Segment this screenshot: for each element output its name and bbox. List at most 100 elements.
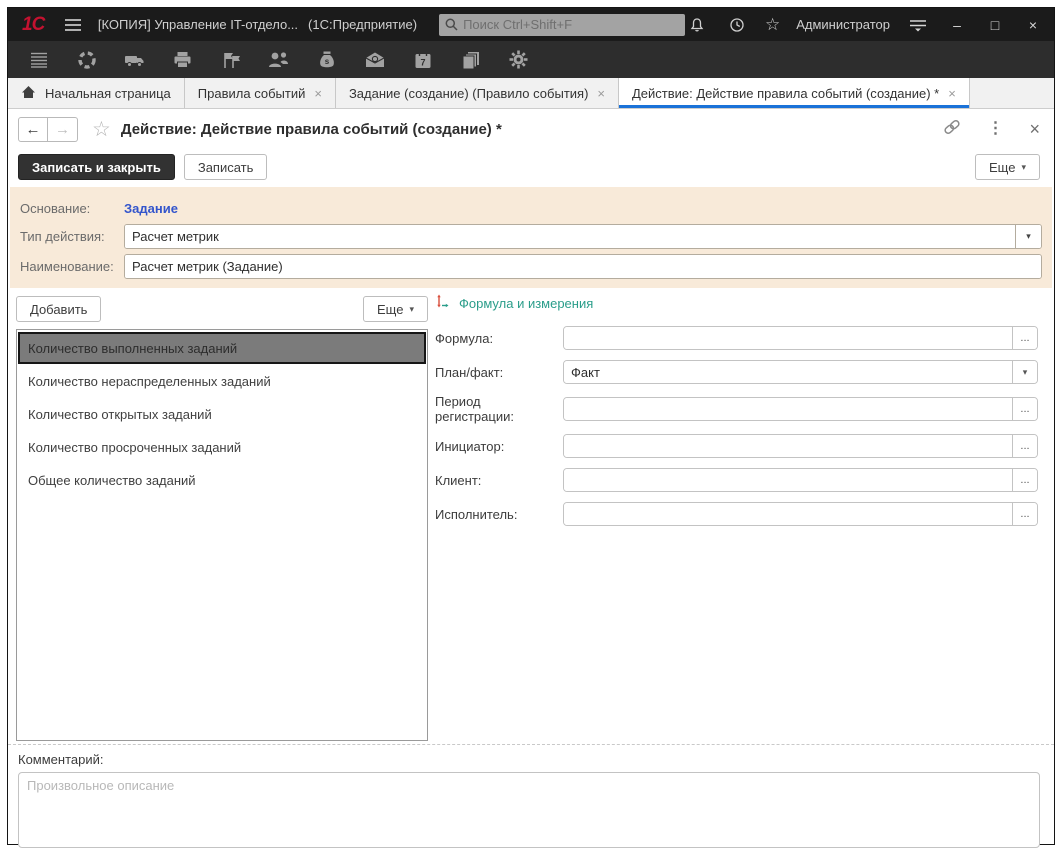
plan-fact-input[interactable]	[564, 361, 1012, 383]
get-link-icon[interactable]	[943, 119, 961, 139]
action-type-field: ▾	[124, 224, 1042, 249]
action-type-label: Тип действия:	[20, 229, 124, 244]
action-type-input[interactable]	[125, 225, 1015, 248]
dimensions-axes-icon	[435, 294, 449, 313]
1c-logo: 1С	[22, 14, 44, 36]
app-window: 1С [КОПИЯ] Управление IT-отдело... (1С:П…	[7, 7, 1055, 845]
maximize-button[interactable]: □	[984, 17, 1006, 33]
current-user[interactable]: Администратор	[796, 17, 890, 32]
tab-close-icon[interactable]: ×	[948, 86, 956, 101]
comment-textarea[interactable]	[18, 772, 1040, 848]
formula-group-header[interactable]: Формула и измерения	[435, 294, 1038, 313]
more-dots-icon[interactable]: ⋮	[987, 121, 1003, 137]
foundation-label: Основание:	[20, 201, 124, 216]
list-item[interactable]: Количество просроченных заданий	[18, 431, 426, 463]
global-search[interactable]	[439, 14, 685, 36]
formula-input[interactable]	[564, 327, 1012, 349]
printer-icon[interactable]	[172, 49, 193, 70]
initiator-field: ...	[563, 434, 1038, 458]
search-icon	[445, 18, 458, 31]
list-item[interactable]: Общее количество заданий	[18, 464, 426, 496]
comment-section: Комментарий:	[8, 744, 1054, 853]
calendar-icon[interactable]: 7	[412, 49, 433, 70]
tab-home[interactable]: Начальная страница	[8, 78, 185, 108]
client-field: ...	[563, 468, 1038, 492]
executor-input[interactable]	[564, 503, 1012, 525]
registration-period-input[interactable]	[564, 398, 1012, 420]
client-label: Клиент:	[435, 473, 563, 488]
comment-label: Комментарий:	[18, 752, 1040, 767]
metrics-more-button[interactable]: Еще ▾	[363, 296, 428, 322]
client-input[interactable]	[564, 469, 1012, 491]
main-menu-icon[interactable]	[62, 13, 84, 37]
add-metric-button[interactable]: Добавить	[16, 296, 101, 322]
action-type-dropdown-icon[interactable]: ▾	[1015, 225, 1041, 248]
service-menu-icon[interactable]	[906, 13, 930, 37]
favorites-star-icon[interactable]: ☆	[765, 15, 780, 35]
history-clock-icon[interactable]	[725, 13, 749, 37]
client-choose-button[interactable]: ...	[1012, 469, 1037, 491]
base-panel: Основание: Задание Тип действия: ▾ Наиме…	[10, 187, 1052, 288]
users-icon[interactable]	[268, 49, 289, 70]
chevron-down-icon: ▾	[1021, 162, 1026, 173]
registration-period-field: ...	[563, 397, 1038, 421]
save-and-close-button[interactable]: Записать и закрыть	[18, 154, 175, 180]
save-button[interactable]: Записать	[184, 154, 268, 180]
form-header: ← → ☆ Действие: Действие правила событий…	[8, 109, 1054, 149]
search-input[interactable]	[463, 17, 679, 32]
list-item[interactable]: Количество нераспределенных заданий	[18, 365, 426, 397]
registration-period-label: Период регистрации:	[435, 394, 563, 424]
truck-icon[interactable]	[124, 49, 145, 70]
close-form-icon[interactable]: ×	[1029, 120, 1040, 138]
minimize-button[interactable]: –	[946, 17, 968, 33]
functions-menu-icon[interactable]	[28, 49, 49, 70]
initiator-input[interactable]	[564, 435, 1012, 457]
home-icon	[21, 85, 36, 102]
target-monitor-icon[interactable]	[76, 49, 97, 70]
tab-bar: Начальная страница Правила событий × Зад…	[8, 78, 1054, 109]
executor-choose-button[interactable]: ...	[1012, 503, 1037, 525]
name-field	[124, 254, 1042, 279]
formula-field: ...	[563, 326, 1038, 350]
more-button-label: Еще	[989, 160, 1015, 175]
group-title: Формула и измерения	[459, 296, 593, 311]
favorite-star-icon[interactable]: ☆	[92, 117, 111, 142]
money-bag-icon[interactable]: s	[316, 49, 337, 70]
tab-action-creation[interactable]: Действие: Действие правила событий (созд…	[619, 78, 970, 108]
mail-icon[interactable]	[364, 49, 385, 70]
close-window-button[interactable]: ×	[1022, 17, 1044, 33]
gear-icon[interactable]	[508, 49, 529, 70]
documents-stack-icon[interactable]	[460, 49, 481, 70]
metrics-panel: Добавить Еще ▾ Количество выполненных за…	[16, 296, 428, 741]
foundation-link[interactable]: Задание	[124, 201, 178, 216]
tab-task-creation[interactable]: Задание (создание) (Правило события) ×	[336, 78, 619, 108]
plan-fact-dropdown-icon[interactable]: ▾	[1012, 361, 1037, 383]
metrics-list: Количество выполненных заданий Количеств…	[16, 329, 428, 741]
svg-text:s: s	[324, 57, 329, 66]
forward-button[interactable]: →	[48, 117, 78, 142]
plan-fact-label: План/факт:	[435, 365, 563, 380]
more-button[interactable]: Еще ▾	[975, 154, 1040, 180]
tab-label: Действие: Действие правила событий (созд…	[632, 86, 939, 101]
flags-icon[interactable]	[220, 49, 241, 70]
formula-label: Формула:	[435, 331, 563, 346]
plan-fact-field: ▾	[563, 360, 1038, 384]
back-button[interactable]: ←	[18, 117, 48, 142]
tab-label: Задание (создание) (Правило события)	[349, 86, 588, 101]
formula-choose-button[interactable]: ...	[1012, 327, 1037, 349]
tab-close-icon[interactable]: ×	[597, 86, 605, 101]
chevron-down-icon: ▾	[409, 304, 414, 315]
tab-label: Начальная страница	[45, 86, 171, 101]
svg-text:7: 7	[420, 57, 425, 67]
tab-close-icon[interactable]: ×	[314, 86, 322, 101]
notifications-bell-icon[interactable]	[685, 13, 709, 37]
initiator-choose-button[interactable]: ...	[1012, 435, 1037, 457]
registration-period-choose-button[interactable]: ...	[1012, 398, 1037, 420]
titlebar: 1С [КОПИЯ] Управление IT-отдело... (1С:П…	[8, 8, 1054, 41]
name-input[interactable]	[125, 255, 1041, 278]
page-title: Действие: Действие правила событий (созд…	[121, 121, 502, 138]
list-item[interactable]: Количество выполненных заданий	[18, 332, 426, 364]
list-item[interactable]: Количество открытых заданий	[18, 398, 426, 430]
details-panel: Формула и измерения Формула: ... План/фа…	[435, 294, 1038, 536]
tab-event-rules[interactable]: Правила событий ×	[185, 78, 336, 108]
